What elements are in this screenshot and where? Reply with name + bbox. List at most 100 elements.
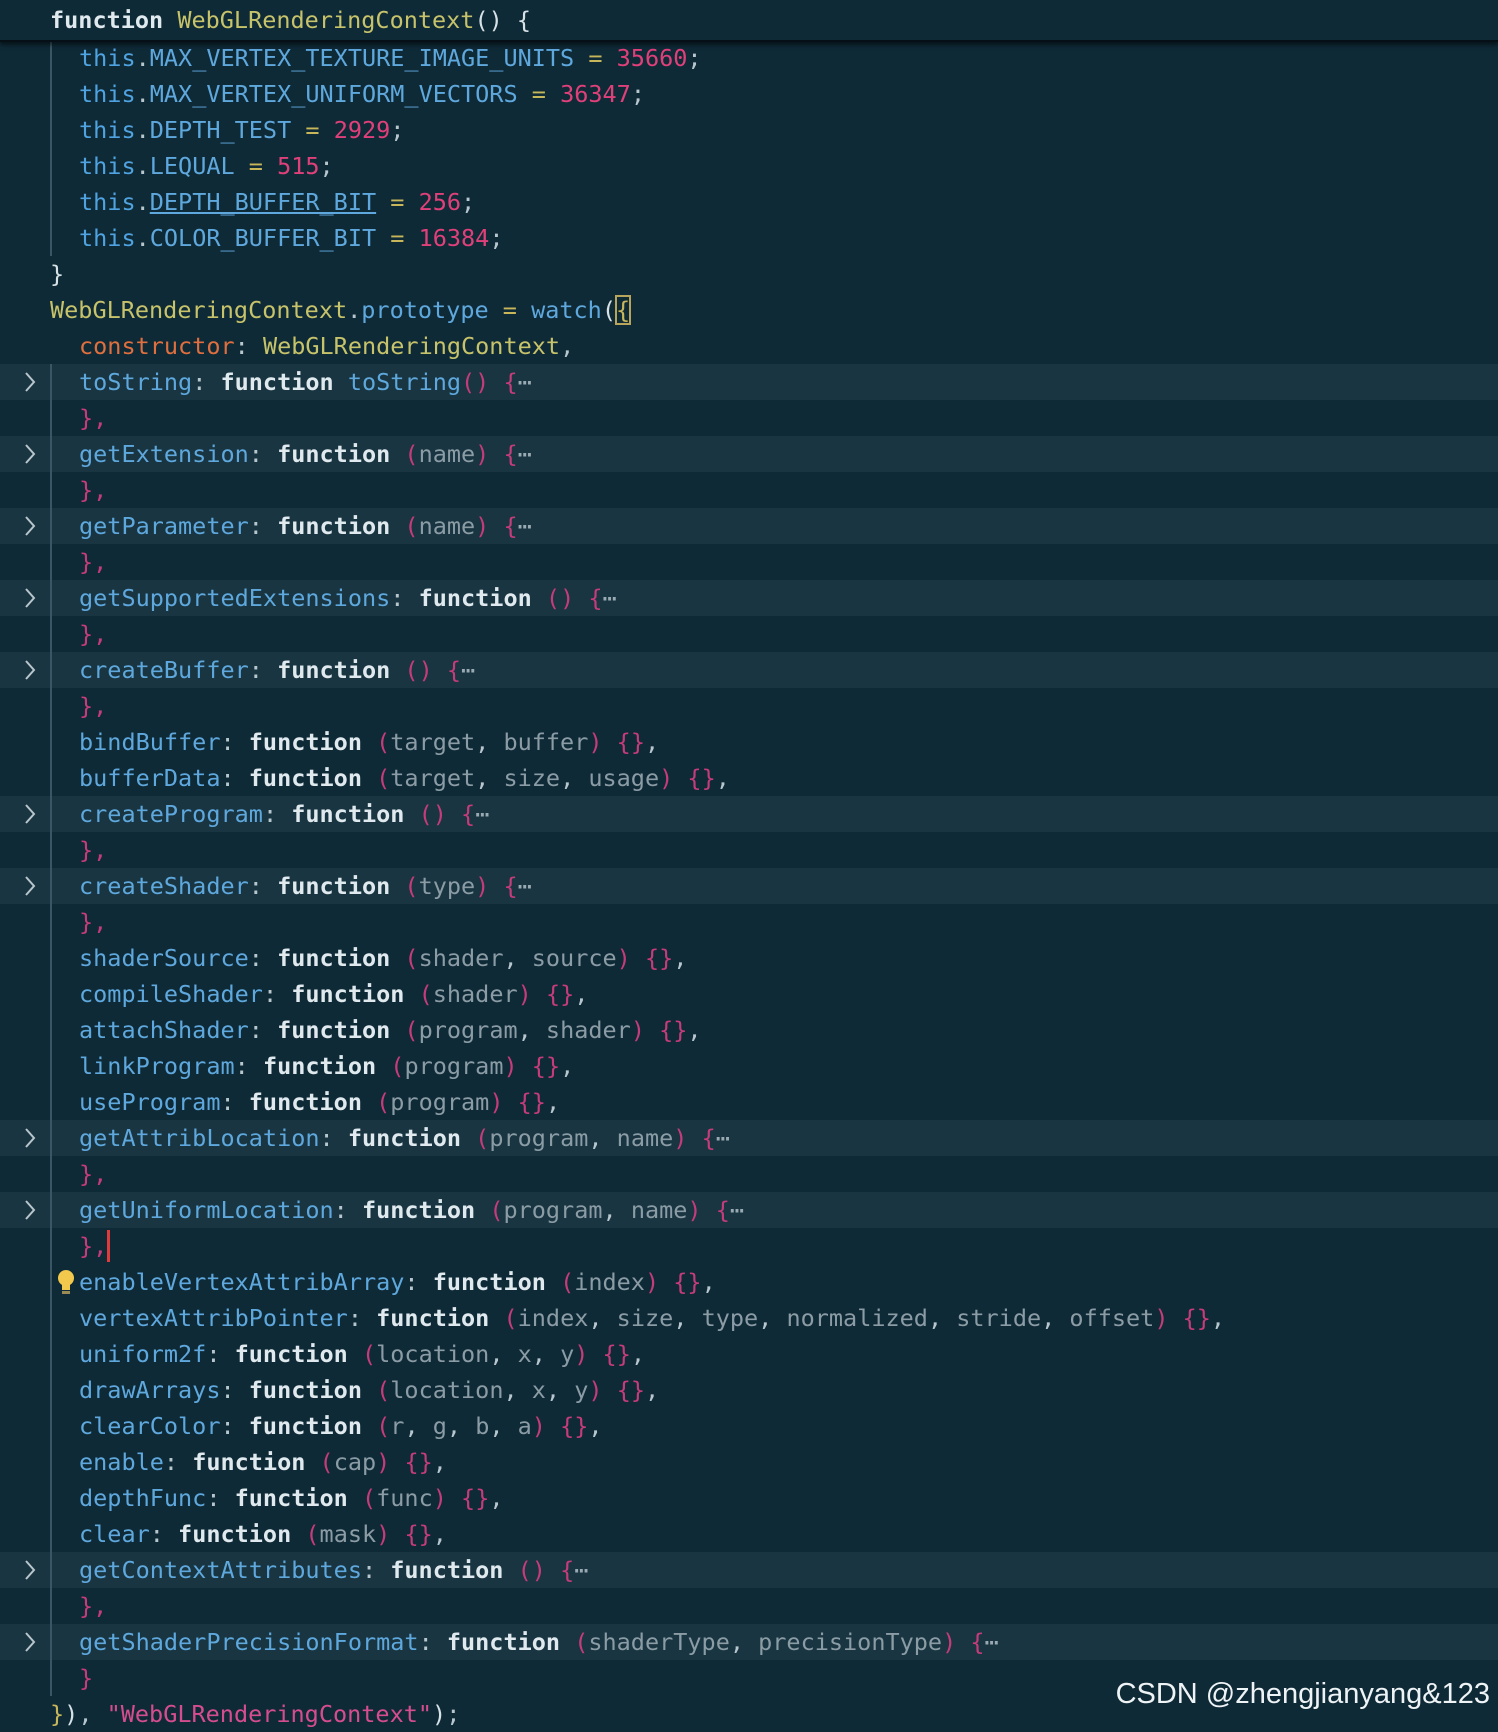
chevron-right-icon[interactable] bbox=[20, 1624, 40, 1660]
code-line-member-close[interactable]: }, bbox=[0, 544, 1498, 580]
close-brace: }, bbox=[79, 404, 108, 432]
colon: : bbox=[319, 1124, 348, 1152]
code-line-member-close[interactable]: }, bbox=[0, 904, 1498, 940]
code-line-member-close[interactable]: }, bbox=[0, 688, 1498, 724]
code-line-member[interactable]: createProgram: function () {⋯ bbox=[0, 796, 1498, 832]
code-line-constant[interactable]: this.COLOR_BUFFER_BIT = 16384; bbox=[0, 220, 1498, 256]
code-line-constant[interactable]: this.DEPTH_TEST = 2929; bbox=[0, 112, 1498, 148]
close-paren: ) bbox=[432, 800, 447, 828]
code-line-member[interactable]: shaderSource: function (shader, source) … bbox=[0, 940, 1498, 976]
code-line-close[interactable]: } bbox=[0, 256, 1498, 292]
empty-body: {} bbox=[659, 1016, 688, 1044]
code-line-constructor[interactable]: constructor: WebGLRenderingContext, bbox=[0, 328, 1498, 364]
code-line-constant[interactable]: this.MAX_VERTEX_UNIFORM_VECTORS = 36347; bbox=[0, 76, 1498, 112]
function-keyword: function bbox=[277, 512, 391, 540]
code-line-member[interactable]: linkProgram: function (program) {}, bbox=[0, 1048, 1498, 1084]
code-line-member[interactable]: getContextAttributes: function () {⋯ bbox=[0, 1552, 1498, 1588]
code-line-member-close[interactable]: }, bbox=[0, 832, 1498, 868]
chevron-right-icon[interactable] bbox=[20, 580, 40, 616]
chevron-right-icon[interactable] bbox=[20, 652, 40, 688]
semicolon: ; bbox=[390, 116, 405, 144]
chevron-right-icon[interactable] bbox=[20, 796, 40, 832]
close-paren: ) bbox=[574, 1340, 589, 1368]
colon: : bbox=[333, 1196, 362, 1224]
constructor-value: WebGLRenderingContext bbox=[262, 332, 561, 360]
code-line-member[interactable]: getSupportedExtensions: function () {⋯ bbox=[0, 580, 1498, 616]
close-brace: }, bbox=[79, 1160, 108, 1188]
code-line-member[interactable]: getUniformLocation: function (program, n… bbox=[0, 1192, 1498, 1228]
parameter: location bbox=[390, 1376, 504, 1404]
code-line-member[interactable]: enableVertexAttribArray: function (index… bbox=[0, 1264, 1498, 1300]
close-paren: ) bbox=[475, 368, 490, 396]
chevron-right-icon[interactable] bbox=[20, 364, 40, 400]
callee-name: watch bbox=[531, 296, 602, 324]
chevron-right-icon[interactable] bbox=[20, 508, 40, 544]
code-line-member-close[interactable]: }, bbox=[0, 1588, 1498, 1624]
open-brace: { bbox=[715, 1196, 730, 1224]
code-line-member[interactable]: createBuffer: function () {⋯ bbox=[0, 652, 1498, 688]
empty-body: {} bbox=[404, 1448, 433, 1476]
member-name: clearColor bbox=[79, 1412, 221, 1440]
function-keyword: function bbox=[248, 1088, 362, 1116]
parameter: index bbox=[517, 1304, 589, 1332]
chevron-right-icon[interactable] bbox=[20, 1120, 40, 1156]
code-line-member-close[interactable]: }, bbox=[0, 400, 1498, 436]
code-line-member[interactable]: clearColor: function (r, g, b, a) {}, bbox=[0, 1408, 1498, 1444]
code-line-member[interactable]: clear: function (mask) {}, bbox=[0, 1516, 1498, 1552]
code-line-member[interactable]: uniform2f: function (location, x, y) {}, bbox=[0, 1336, 1498, 1372]
code-line-member-close[interactable]: }, bbox=[0, 1228, 1498, 1264]
code-line-constant[interactable]: this.MAX_VERTEX_TEXTURE_IMAGE_UNITS = 35… bbox=[0, 40, 1498, 76]
function-keyword: function bbox=[277, 656, 391, 684]
code-line-member-close[interactable]: }, bbox=[0, 472, 1498, 508]
constant-name: MAX_VERTEX_TEXTURE_IMAGE_UNITS bbox=[149, 44, 575, 72]
code-line-member[interactable]: attachShader: function (program, shader)… bbox=[0, 1012, 1498, 1048]
code-line-member[interactable]: bufferData: function (target, size, usag… bbox=[0, 760, 1498, 796]
code-line-constant[interactable]: this.DEPTH_BUFFER_BIT = 256; bbox=[0, 184, 1498, 220]
code-line-member-close[interactable]: }, bbox=[0, 1156, 1498, 1192]
code-editor[interactable]: function WebGLRenderingContext() { this.… bbox=[0, 0, 1498, 1728]
code-line-member[interactable]: drawArrays: function (location, x, y) {}… bbox=[0, 1372, 1498, 1408]
parameter: target bbox=[390, 728, 476, 756]
code-line-member[interactable]: createShader: function (type) {⋯ bbox=[0, 868, 1498, 904]
code-line-member-close[interactable]: }, bbox=[0, 616, 1498, 652]
chevron-right-icon[interactable] bbox=[20, 1552, 40, 1588]
code-line-member[interactable]: getAttribLocation: function (program, na… bbox=[0, 1120, 1498, 1156]
code-line-member[interactable]: depthFunc: function (func) {}, bbox=[0, 1480, 1498, 1516]
code-text: getAttribLocation: function (program, na… bbox=[79, 1120, 730, 1156]
comma: , bbox=[560, 332, 575, 360]
chevron-right-icon[interactable] bbox=[20, 436, 40, 472]
open-paren: ( bbox=[545, 584, 561, 612]
code-line-member[interactable]: bindBuffer: function (target, buffer) {}… bbox=[0, 724, 1498, 760]
sticky-scroll-header[interactable]: function WebGLRenderingContext() { bbox=[0, 0, 1498, 42]
code-line-member[interactable]: useProgram: function (program) {}, bbox=[0, 1084, 1498, 1120]
code-line-constant[interactable]: this.LEQUAL = 515; bbox=[0, 148, 1498, 184]
code-line-member[interactable]: vertexAttribPointer: function (index, si… bbox=[0, 1300, 1498, 1336]
comma: , bbox=[531, 1340, 561, 1368]
lightbulb-icon[interactable] bbox=[56, 1268, 76, 1296]
parameter: index bbox=[574, 1268, 645, 1296]
code-line-member[interactable]: compileShader: function (shader) {}, bbox=[0, 976, 1498, 1012]
member-name: getSupportedExtensions bbox=[79, 584, 391, 612]
code-line-member[interactable]: getParameter: function (name) {⋯ bbox=[0, 508, 1498, 544]
code-line-member[interactable]: getShaderPrecisionFormat: function (shad… bbox=[0, 1624, 1498, 1660]
operator: = bbox=[574, 44, 617, 72]
code-line-member[interactable]: toString: function toString() {⋯ bbox=[0, 364, 1498, 400]
open-paren: ( bbox=[305, 1520, 320, 1548]
chevron-right-icon[interactable] bbox=[20, 1192, 40, 1228]
constant-name: DEPTH_TEST bbox=[149, 116, 292, 144]
chevron-right-icon[interactable] bbox=[20, 868, 40, 904]
this-keyword: this bbox=[79, 224, 136, 252]
parameter: name bbox=[616, 1124, 674, 1152]
open-paren: ( bbox=[601, 296, 616, 324]
code-line-prototype[interactable]: WebGLRenderingContext.prototype = watch(… bbox=[0, 292, 1498, 328]
code-line-member[interactable]: enable: function (cap) {}, bbox=[0, 1444, 1498, 1480]
open-paren: ( bbox=[361, 1340, 377, 1368]
code-line-member[interactable]: getExtension: function (name) {⋯ bbox=[0, 436, 1498, 472]
